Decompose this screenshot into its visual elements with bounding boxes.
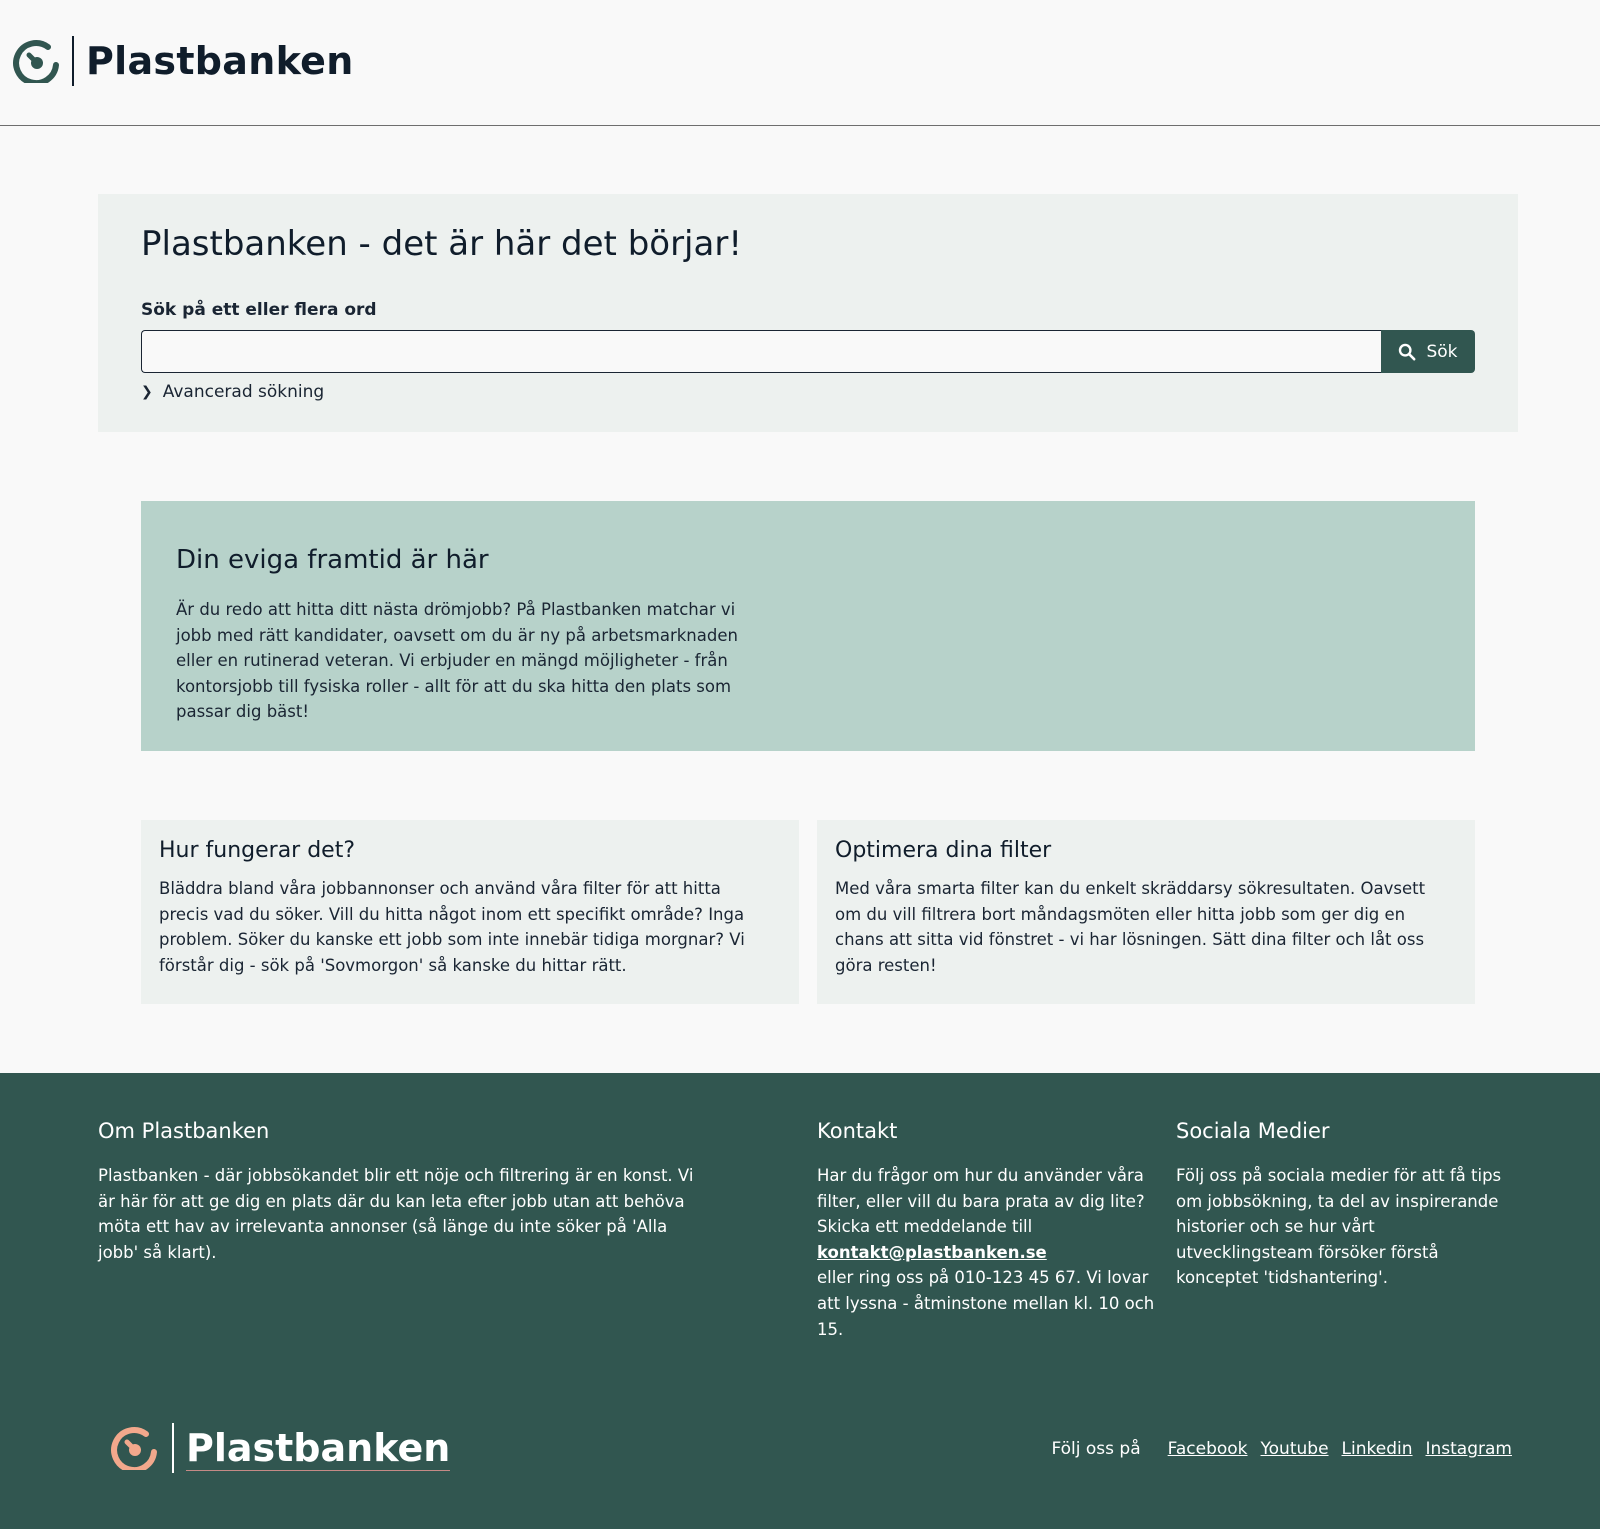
plastbanken-logo-icon xyxy=(111,1427,157,1470)
social-links: Följ oss på Facebook Youtube Linkedin In… xyxy=(1051,1439,1512,1459)
facebook-link[interactable]: Facebook xyxy=(1168,1439,1248,1459)
footer-about-text: Plastbanken - där jobbsökandet blir ett … xyxy=(98,1166,694,1262)
search-button-label: Sök xyxy=(1426,341,1458,362)
contact-text-before: Har du frågor om hur du använder våra fi… xyxy=(817,1166,1145,1237)
card-title: Optimera dina filter xyxy=(835,838,1052,863)
footer-contact: Kontakt Har du frågor om hur du använder… xyxy=(817,1119,1162,1342)
footer-social-title: Sociala Medier xyxy=(1176,1119,1330,1143)
site-header: Plastbanken xyxy=(0,0,1600,126)
card-title: Hur fungerar det? xyxy=(159,838,356,863)
page-title: Plastbanken - det är här det börjar! xyxy=(141,224,742,264)
footer-logo-link[interactable]: Plastbanken xyxy=(110,1423,451,1473)
search-label: Sök på ett eller flera ord xyxy=(141,300,377,320)
youtube-link[interactable]: Youtube xyxy=(1261,1439,1329,1459)
search-panel: Plastbanken - det är här det börjar! Sök… xyxy=(98,194,1518,432)
footer-about: Om Plastbanken Plastbanken - där jobbsök… xyxy=(98,1119,698,1265)
info-card-how-it-works: Hur fungerar det? Bläddra bland våra job… xyxy=(141,820,799,1004)
search-row: Sök xyxy=(141,330,1475,373)
logo-text: Plastbanken xyxy=(86,39,354,83)
contact-email-link[interactable]: kontakt@plastbanken.se xyxy=(817,1240,1162,1266)
logo-divider xyxy=(72,36,74,86)
search-button[interactable]: Sök xyxy=(1381,330,1475,373)
card-text: Bläddra bland våra jobbannonser och anvä… xyxy=(159,879,745,975)
hero-banner: Din eviga framtid är här Är du redo att … xyxy=(141,501,1475,751)
info-card-optimize-filters: Optimera dina filter Med våra smarta fil… xyxy=(817,820,1475,1004)
footer-about-title: Om Plastbanken xyxy=(98,1119,270,1143)
follow-label: Följ oss på xyxy=(1051,1439,1141,1459)
search-input[interactable] xyxy=(141,330,1381,373)
plastbanken-logo-icon xyxy=(13,40,59,83)
footer-social: Sociala Medier Följ oss på sociala medie… xyxy=(1176,1119,1516,1291)
footer-social-text: Följ oss på sociala medier för att få ti… xyxy=(1176,1166,1502,1288)
logo-divider xyxy=(172,1423,174,1473)
home-logo-link[interactable]: Plastbanken xyxy=(12,36,354,86)
card-text: Med våra smarta filter kan du enkelt skr… xyxy=(835,879,1426,975)
site-footer: Om Plastbanken Plastbanken - där jobbsök… xyxy=(0,1073,1600,1529)
advanced-search-toggle[interactable]: ❯ Avancerad sökning xyxy=(141,382,324,402)
hero-title: Din eviga framtid är här xyxy=(176,545,489,575)
footer-contact-text: Har du frågor om hur du använder våra fi… xyxy=(817,1163,1162,1342)
contact-text-after: eller ring oss på 010-123 45 67. Vi lova… xyxy=(817,1268,1155,1339)
advanced-search-label: Avancerad sökning xyxy=(162,382,325,402)
linkedin-link[interactable]: Linkedin xyxy=(1342,1439,1413,1459)
chevron-right-icon: ❯ xyxy=(141,384,153,400)
instagram-link[interactable]: Instagram xyxy=(1426,1439,1513,1459)
search-icon xyxy=(1399,343,1416,360)
hero-text: Är du redo att hitta ditt nästa drömjobb… xyxy=(176,600,738,722)
footer-contact-title: Kontakt xyxy=(817,1119,898,1143)
footer-logo-text: Plastbanken xyxy=(186,1425,451,1471)
